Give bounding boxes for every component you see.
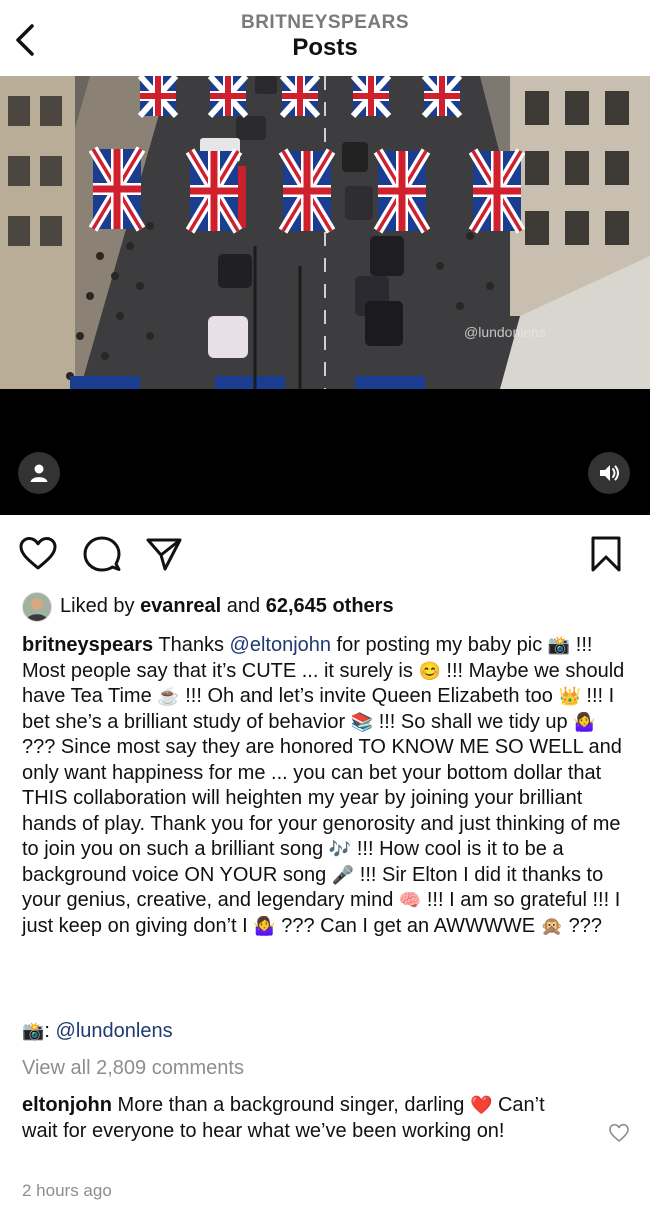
mention-link[interactable]: @eltonjohn	[230, 634, 331, 656]
tea-emoji: ☕	[157, 686, 180, 706]
caption-text: for posting my baby pic	[331, 634, 548, 656]
books-emoji: 📚	[350, 711, 374, 732]
speaker-icon	[600, 465, 619, 481]
heart-emoji: ❤️	[469, 1095, 493, 1115]
post-caption: britneyspears Thanks @eltonjohn for post…	[22, 633, 632, 939]
crown-emoji: 👑	[558, 686, 581, 706]
comment-text: More than a background singer, darling	[111, 1094, 470, 1116]
share-icon[interactable]	[144, 534, 184, 574]
caption-text: ???	[563, 914, 602, 937]
view-all-comments-link[interactable]: View all 2,809 comments	[22, 1057, 244, 1080]
liker-username[interactable]: evanreal	[140, 595, 221, 617]
sound-toggle-button[interactable]	[588, 452, 630, 494]
mention-link[interactable]: @lundonlens	[56, 1020, 173, 1042]
post-photo: @lundonlens	[0, 76, 650, 389]
comment-author[interactable]: eltonjohn	[22, 1094, 112, 1116]
avatar-image	[23, 593, 51, 621]
caption-text: ??? Can I get an AWWWWE	[275, 914, 541, 937]
comment-like-heart-icon[interactable]	[608, 1122, 630, 1144]
top-comment: eltonjohn More than a background singer,…	[22, 1093, 582, 1144]
post-timestamp: 2 hours ago	[22, 1181, 112, 1200]
caption-author[interactable]: britneyspears	[22, 634, 153, 656]
photo-credit: 📸: @lundonlens	[22, 1020, 173, 1043]
caption-text: !!! So shall we tidy up	[373, 710, 574, 733]
shrug-emoji: 🤷‍♀️	[573, 711, 596, 732]
post-media[interactable]: @lundonlens	[0, 76, 650, 515]
credit-separator: :	[44, 1020, 50, 1042]
microphone-emoji: 🎤	[331, 864, 355, 885]
caption-text: !!! Oh and let’s invite Queen Elizabeth …	[179, 685, 559, 707]
action-bar	[0, 528, 650, 578]
monkey-emoji: 🙊	[540, 915, 564, 936]
caption-text: Thanks	[153, 634, 230, 656]
camera-emoji: 📸	[22, 1021, 45, 1041]
likes-and: and	[226, 595, 261, 617]
music-notes-emoji: 🎶	[328, 839, 352, 859]
header: BRITNEYSPEARS Posts	[0, 0, 650, 76]
brain-emoji: 🧠	[398, 890, 422, 910]
header-username: BRITNEYSPEARS	[240, 12, 410, 33]
camera-emoji: 📸	[547, 635, 571, 655]
avatar[interactable]	[22, 592, 52, 622]
likes-text: Liked by evanreal and 62,645 others	[60, 595, 394, 618]
comment-icon[interactable]	[82, 534, 122, 574]
tagged-users-button[interactable]	[18, 452, 60, 494]
heart-icon[interactable]	[18, 534, 58, 574]
likes-prefix: Liked by	[60, 595, 135, 617]
bookmark-icon[interactable]	[586, 534, 626, 574]
shrug-emoji: 🤷‍♀️	[253, 915, 276, 936]
page-title: Posts	[292, 34, 358, 61]
user-tag-icon	[30, 464, 48, 482]
watermark: @lundonlens	[464, 324, 546, 340]
smile-emoji: 😊	[418, 660, 441, 681]
likes-count[interactable]: 62,645 others	[266, 595, 394, 617]
